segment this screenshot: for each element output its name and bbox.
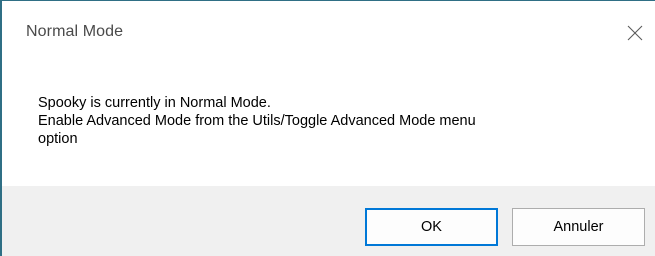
message-line-1: Spooky is currently in Normal Mode.	[38, 95, 271, 111]
message-body: Spooky is currently in Normal Mode. Enab…	[38, 94, 635, 148]
button-bar: OK Annuler	[2, 186, 655, 256]
ok-button[interactable]: OK	[365, 208, 498, 246]
close-icon	[627, 25, 643, 41]
cancel-button[interactable]: Annuler	[512, 208, 645, 246]
message-line-2: Enable Advanced Mode from the Utils/Togg…	[38, 113, 476, 129]
close-button[interactable]	[615, 13, 655, 53]
message-dialog: Normal Mode Spooky is currently in Norma…	[0, 0, 655, 256]
title-bar[interactable]: Normal Mode	[2, 1, 655, 65]
message-line-3: option	[38, 131, 78, 147]
window-title: Normal Mode	[26, 23, 124, 40]
